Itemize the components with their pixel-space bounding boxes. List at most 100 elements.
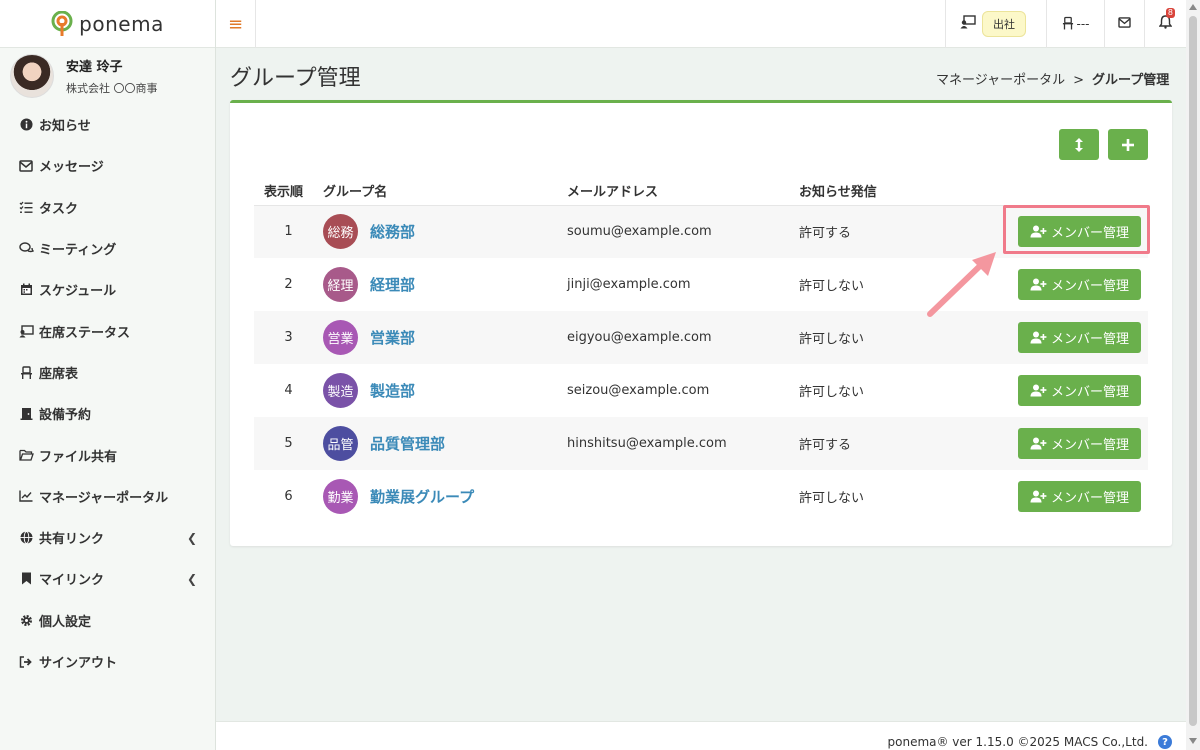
folder-icon (18, 447, 34, 463)
sidebar-item-settings[interactable]: 個人設定 (0, 600, 215, 641)
member-manage-label: メンバー管理 (1050, 279, 1129, 294)
member-manage-button[interactable]: メンバー管理 (1017, 375, 1141, 406)
sidebar-item-label: 座席表 (39, 366, 79, 382)
bookmark-icon (18, 571, 34, 587)
row-order: 4 (284, 383, 293, 398)
group-name-link[interactable]: 経理部 (370, 274, 415, 295)
presence-icon (18, 323, 34, 339)
header-order[interactable]: 表示順 (254, 176, 323, 206)
status-selector[interactable]: 出社 (945, 0, 1046, 48)
group-badge: 製造 (323, 373, 358, 408)
breadcrumb-parent-link[interactable]: マネージャーポータル (936, 73, 1065, 88)
user-company: 株式会社 〇〇商事 (66, 82, 158, 95)
task-list-icon (18, 199, 34, 215)
header-email[interactable]: メールアドレス (567, 176, 799, 206)
help-icon[interactable]: ? (1158, 735, 1172, 749)
sidebar-item-tasks[interactable]: タスク (0, 187, 215, 228)
sidebar-item-seating[interactable]: 座席表 (0, 352, 215, 393)
sidebar-item-label: お知らせ (39, 119, 91, 135)
mail-button[interactable] (1104, 0, 1144, 48)
member-manage-label: メンバー管理 (1050, 491, 1129, 506)
group-name-link[interactable]: 製造部 (370, 380, 415, 401)
sidebar-item-sign-out[interactable]: サインアウト (0, 641, 215, 682)
page-title: グループ管理 (230, 66, 361, 91)
chat-icon (18, 241, 34, 257)
sign-out-icon (18, 654, 34, 670)
add-user-icon (1030, 384, 1047, 397)
top-bar: ≡ 出社 --- 8 (216, 0, 1186, 48)
row-order: 5 (254, 417, 323, 470)
vertical-scrollbar[interactable] (1186, 0, 1200, 750)
group-name-link[interactable]: 勤業展グループ (370, 486, 474, 507)
sidebar-item-notices[interactable]: お知らせ (0, 104, 215, 145)
logo[interactable]: ponema (0, 0, 215, 48)
menu-toggle-icon[interactable]: ≡ (216, 0, 256, 48)
chair-icon (18, 364, 34, 380)
breadcrumb-current: グループ管理 (1092, 73, 1170, 88)
scroll-down-arrow-icon[interactable] (1189, 738, 1197, 744)
footer-copyright: ponema® ver 1.15.0 ©2025 MACS Co.,Ltd. (887, 735, 1149, 749)
sidebar-item-label: スケジュール (39, 284, 117, 300)
member-manage-button[interactable]: メンバー管理 (1017, 481, 1141, 512)
member-manage-button[interactable]: メンバー管理 (1017, 269, 1141, 300)
sidebar-item-messages[interactable]: メッセージ (0, 145, 215, 186)
sidebar: ponema 安達 玲子 株式会社 〇〇商事 お知らせ メッセージ タスク ミー… (0, 0, 216, 750)
row-email: jinji@example.com (567, 277, 691, 292)
breadcrumb: マネージャーポータル > グループ管理 (936, 69, 1169, 88)
logo-text: ponema (79, 11, 164, 36)
group-name-link[interactable]: 営業部 (370, 327, 415, 348)
group-badge: 経理 (323, 267, 358, 302)
member-manage-button[interactable]: メンバー管理 (1017, 428, 1141, 459)
add-user-icon (1030, 490, 1047, 503)
envelope-icon (18, 158, 34, 174)
chevron-left-icon: ❮ (186, 530, 197, 545)
header-group-name[interactable]: グループ名 (323, 176, 567, 206)
sidebar-item-my-links[interactable]: マイリンク ❮ (0, 558, 215, 599)
table-row: 5 品管 品質管理部 hinshitsu@example.com 許可する メンバ… (254, 417, 1148, 470)
sidebar-item-files[interactable]: ファイル共有 (0, 434, 215, 475)
sidebar-item-facility[interactable]: 設備予約 (0, 393, 215, 434)
row-order: 6 (284, 489, 293, 504)
envelope-icon (1118, 16, 1131, 32)
sidebar-item-label: サインアウト (39, 656, 118, 671)
member-manage-button[interactable]: メンバー管理 (1017, 322, 1141, 353)
add-user-icon (1030, 331, 1047, 344)
door-icon (18, 406, 34, 422)
user-profile[interactable]: 安達 玲子 株式会社 〇〇商事 (0, 48, 215, 104)
sidebar-item-meeting[interactable]: ミーティング (0, 228, 215, 269)
chevron-left-icon: ❮ (186, 571, 197, 586)
sidebar-item-label: 在席ステータス (39, 325, 131, 341)
member-manage-label: メンバー管理 (1050, 385, 1129, 400)
sidebar-item-schedule[interactable]: スケジュール (0, 269, 215, 310)
presence-icon (960, 15, 976, 33)
seat-selector[interactable]: --- (1046, 0, 1104, 48)
header-action (999, 176, 1148, 206)
sort-order-button[interactable] (1059, 129, 1099, 160)
sidebar-item-presence[interactable]: 在席ステータス (0, 310, 215, 351)
footer: ponema® ver 1.15.0 ©2025 MACS Co.,Ltd. ? (216, 721, 1186, 750)
seat-value: --- (1076, 17, 1090, 31)
group-badge: 総務 (323, 214, 358, 250)
sidebar-nav: お知らせ メッセージ タスク ミーティング スケジュール 在席ステータス 座席表 (0, 104, 215, 682)
row-order: 2 (284, 277, 293, 292)
breadcrumb-separator: > (1073, 73, 1084, 88)
group-name-link[interactable]: 総務部 (370, 221, 415, 242)
scrollbar-thumb[interactable] (1189, 16, 1197, 726)
globe-icon (18, 530, 34, 546)
add-group-button[interactable] (1108, 129, 1148, 160)
notification-button[interactable]: 8 (1144, 0, 1186, 48)
header-notice[interactable]: お知らせ発信 (799, 176, 999, 206)
member-manage-label: メンバー管理 (1050, 438, 1129, 453)
group-name-link[interactable]: 品質管理部 (370, 433, 445, 454)
sidebar-item-label: 設備予約 (39, 408, 92, 424)
sidebar-item-label: ミーティング (39, 243, 117, 259)
sidebar-item-label: 個人設定 (39, 614, 92, 630)
notification-count-badge: 8 (1165, 8, 1175, 18)
table-row: 4 製造 製造部 seizou@example.com 許可しない メンバー管理 (254, 364, 1148, 417)
table-header-row: 表示順 グループ名 メールアドレス お知らせ発信 (254, 176, 1148, 206)
sidebar-item-manager-portal[interactable]: マネージャーポータル (0, 476, 215, 517)
scroll-up-arrow-icon[interactable] (1189, 4, 1197, 10)
add-user-icon (1030, 437, 1047, 450)
sidebar-item-shared-links[interactable]: 共有リンク ❮ (0, 517, 215, 558)
table-row: 6 勤業 勤業展グループ 許可しない メンバー管理 (254, 470, 1148, 523)
